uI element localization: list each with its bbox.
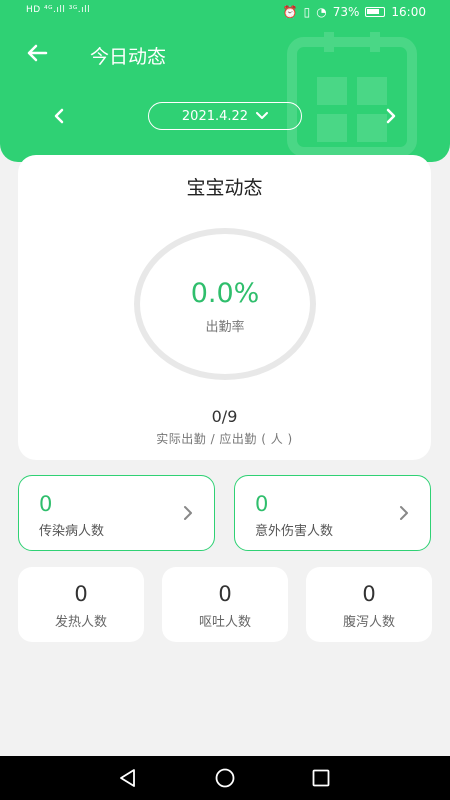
vomit-label: 呕吐人数 [198, 615, 251, 630]
next-day-button[interactable] [376, 102, 406, 130]
attendance-ring: 0.0% 出勤率 [134, 228, 316, 380]
vibrate-icon: ▯ [303, 5, 311, 19]
system-nav-bar [0, 756, 450, 800]
chevron-right-icon [400, 506, 408, 520]
page-title: 今日动态 [90, 46, 167, 68]
diarrhea-label: 腹泻人数 [342, 615, 395, 630]
signal-indicators: HD ⁴ᴳ.ıll ³ᴳ.ıll [26, 5, 91, 15]
arrow-left-icon [27, 44, 48, 62]
injury-count: 0 [255, 492, 269, 516]
chevron-right-icon [386, 108, 396, 124]
attendance-rate: 0.0% [190, 278, 260, 309]
calendar-watermark-icon [287, 32, 417, 157]
home-circle-icon[interactable] [213, 766, 237, 790]
fever-card: 0 发热人数 [18, 567, 144, 642]
attendance-ratio: 0/9 [211, 407, 238, 426]
recent-square-icon[interactable] [309, 766, 333, 790]
diarrhea-card: 0 腹泻人数 [306, 567, 432, 642]
clock: 16:00 [391, 5, 426, 19]
battery-percent: 73% [332, 5, 360, 19]
back-triangle-icon[interactable] [116, 766, 140, 790]
card-title: 宝宝动态 [186, 177, 263, 199]
status-bar: HD ⁴ᴳ.ıll ³ᴳ.ıll ⏰ ▯ ◔ 73% 16:00 [0, 0, 450, 26]
status-right: ⏰ ▯ ◔ 73% 16:00 [283, 5, 426, 19]
baby-status-card: 宝宝动态 0.0% 出勤率 0/9 实际出勤 / 应出勤 ( 人 ) [18, 155, 431, 460]
fever-count: 0 [74, 582, 88, 606]
diarrhea-count: 0 [362, 582, 376, 606]
vomit-card: 0 呕吐人数 [162, 567, 288, 642]
chevron-right-icon [184, 506, 192, 520]
back-button[interactable] [22, 38, 52, 68]
chevron-left-icon [54, 108, 64, 124]
battery-icon [365, 7, 386, 17]
vomit-count: 0 [218, 582, 232, 606]
date-picker[interactable]: 2021.4.22 [148, 102, 302, 130]
attendance-rate-label: 出勤率 [205, 320, 245, 335]
header: HD ⁴ᴳ.ıll ³ᴳ.ıll ⏰ ▯ ◔ 73% 16:00 今日动态 20… [0, 0, 450, 162]
infectious-label: 传染病人数 [39, 524, 105, 539]
date-value: 2021.4.22 [181, 108, 249, 124]
accident-injury-card[interactable]: 0 意外伤害人数 [234, 475, 431, 551]
speed-icon: ◔ [316, 5, 327, 19]
prev-day-button[interactable] [44, 102, 74, 130]
infectious-disease-card[interactable]: 0 传染病人数 [18, 475, 215, 551]
infectious-count: 0 [39, 492, 53, 516]
attendance-ratio-label: 实际出勤 / 应出勤 ( 人 ) [156, 432, 293, 446]
alarm-icon: ⏰ [282, 5, 298, 19]
fever-label: 发热人数 [54, 615, 107, 630]
injury-label: 意外伤害人数 [255, 524, 334, 539]
chevron-down-icon [256, 112, 269, 119]
